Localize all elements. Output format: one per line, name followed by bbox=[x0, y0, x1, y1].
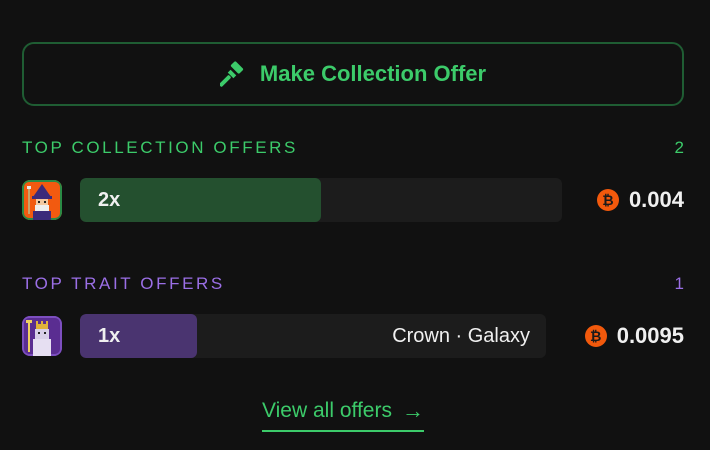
collection-offer-bar: 2x bbox=[80, 178, 562, 222]
galaxy-avatar bbox=[22, 316, 62, 356]
trait-offers-count: 1 bbox=[674, 274, 684, 293]
trait-offer-trait: Crown · Galaxy bbox=[392, 325, 530, 347]
collection-offer-row[interactable]: 2x ₿ 0.004 bbox=[22, 178, 684, 222]
bitcoin-icon: ₿ bbox=[596, 189, 619, 211]
arrow-right-icon: → bbox=[401, 398, 424, 423]
collection-offers-header: TOP COLLECTION OFFERS 2 bbox=[22, 138, 684, 158]
make-collection-offer-button[interactable]: Make Collection Offer bbox=[22, 42, 684, 106]
collection-offers-count: 2 bbox=[674, 138, 684, 157]
collection-offer-price: ₿ 0.004 bbox=[596, 187, 684, 213]
trait-offers-title: TOP TRAIT OFFERS bbox=[22, 274, 225, 293]
trait-offer-price: ₿ 0.0095 bbox=[584, 323, 684, 349]
trait-offer-bar: 1x Crown · Galaxy bbox=[80, 314, 546, 358]
collection-offer-price-value: 0.004 bbox=[628, 187, 684, 212]
offers-panel: Make Collection Offer TOP COLLECTION OFF… bbox=[22, 42, 684, 358]
trait-offers-header: TOP TRAIT OFFERS 1 bbox=[22, 274, 684, 294]
wizard-avatar bbox=[22, 180, 62, 220]
view-all-label: View all offers bbox=[262, 399, 392, 422]
view-all-offers-link[interactable]: View all offers → bbox=[262, 398, 424, 432]
bitcoin-icon: ₿ bbox=[584, 325, 607, 347]
trait-offer-quantity: 1x bbox=[98, 325, 121, 347]
collection-offers-title: TOP COLLECTION OFFERS bbox=[22, 138, 298, 157]
gavel-icon bbox=[219, 61, 246, 87]
trait-offer-price-value: 0.0095 bbox=[616, 323, 684, 348]
make-offer-label: Make Collection Offer bbox=[259, 61, 487, 86]
collection-offer-quantity: 2x bbox=[98, 189, 121, 211]
trait-offer-row[interactable]: 1x Crown · Galaxy ₿ 0.0095 bbox=[22, 314, 684, 358]
